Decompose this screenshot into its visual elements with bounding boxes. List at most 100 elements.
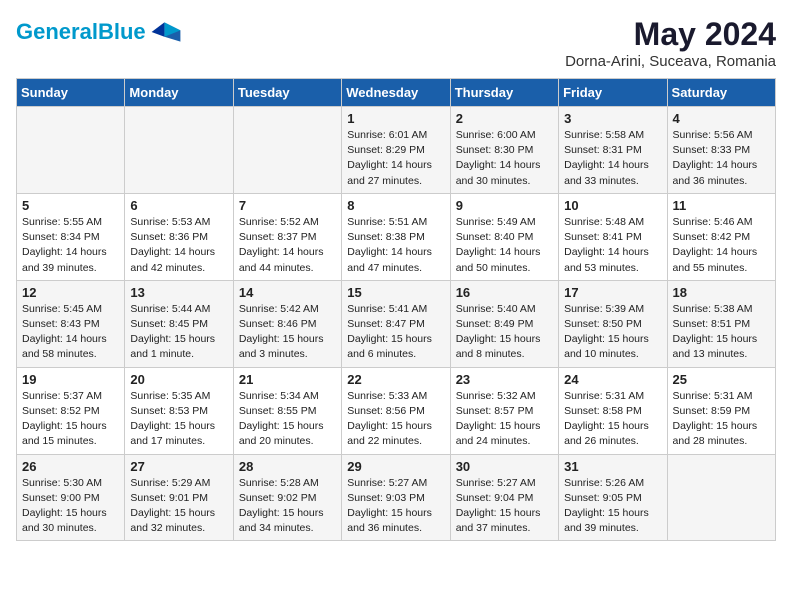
calendar-body: 1 Sunrise: 6:01 AM Sunset: 8:29 PM Daylig… (17, 107, 776, 541)
calendar-cell: 24 Sunrise: 5:31 AM Sunset: 8:58 PM Dayli… (559, 367, 667, 454)
week-row-3: 12 Sunrise: 5:45 AM Sunset: 8:43 PM Dayli… (17, 280, 776, 367)
calendar-cell: 28 Sunrise: 5:28 AM Sunset: 9:02 PM Dayli… (233, 454, 341, 541)
calendar-cell: 15Sunrise: 5:41 AM Sunset: 8:47 PM Dayli… (342, 280, 450, 367)
day-number: 2 (456, 111, 553, 126)
calendar-cell: 17Sunrise: 5:39 AM Sunset: 8:50 PM Dayli… (559, 280, 667, 367)
day-info: Sunrise: 5:27 AM Sunset: 9:03 PM Dayligh… (347, 476, 444, 537)
day-number: 29 (347, 459, 444, 474)
day-number: 8 (347, 198, 444, 213)
day-info: Sunrise: 5:46 AM Sunset: 8:42 PM Dayligh… (673, 215, 770, 276)
day-number: 25 (673, 372, 770, 387)
day-number: 19 (22, 372, 119, 387)
calendar-cell: 23 Sunrise: 5:32 AM Sunset: 8:57 PM Dayli… (450, 367, 558, 454)
calendar-cell: 19 Sunrise: 5:37 AM Sunset: 8:52 PM Dayli… (17, 367, 125, 454)
day-number: 22 (347, 372, 444, 387)
day-info: Sunrise: 5:37 AM Sunset: 8:52 PM Dayligh… (22, 389, 119, 450)
day-number: 31 (564, 459, 661, 474)
column-header-wednesday: Wednesday (342, 79, 450, 107)
day-number: 20 (130, 372, 227, 387)
day-info: Sunrise: 5:58 AM Sunset: 8:31 PM Dayligh… (564, 128, 661, 189)
day-number: 9 (456, 198, 553, 213)
day-info: Sunrise: 5:39 AM Sunset: 8:50 PM Dayligh… (564, 302, 661, 363)
calendar-cell: 30Sunrise: 5:27 AM Sunset: 9:04 PM Dayli… (450, 454, 558, 541)
day-info: Sunrise: 5:56 AM Sunset: 8:33 PM Dayligh… (673, 128, 770, 189)
calendar-cell: 21 Sunrise: 5:34 AM Sunset: 8:55 PM Dayli… (233, 367, 341, 454)
day-number: 27 (130, 459, 227, 474)
calendar-cell: 5 Sunrise: 5:55 AM Sunset: 8:34 PM Daylig… (17, 193, 125, 280)
calendar-cell: 9 Sunrise: 5:49 AM Sunset: 8:40 PM Daylig… (450, 193, 558, 280)
day-info: Sunrise: 5:51 AM Sunset: 8:38 PM Dayligh… (347, 215, 444, 276)
day-info: Sunrise: 5:31 AM Sunset: 8:58 PM Dayligh… (564, 389, 661, 450)
day-number: 3 (564, 111, 661, 126)
day-info: Sunrise: 5:41 AM Sunset: 8:47 PM Dayligh… (347, 302, 444, 363)
logo: GeneralBlue (16, 16, 182, 48)
column-header-tuesday: Tuesday (233, 79, 341, 107)
day-info: Sunrise: 5:34 AM Sunset: 8:55 PM Dayligh… (239, 389, 336, 450)
logo-general: General (16, 19, 98, 44)
day-number: 11 (673, 198, 770, 213)
logo-blue: Blue (98, 19, 146, 44)
day-number: 13 (130, 285, 227, 300)
day-info: Sunrise: 5:30 AM Sunset: 9:00 PM Dayligh… (22, 476, 119, 537)
calendar-cell (233, 107, 341, 194)
day-info: Sunrise: 5:29 AM Sunset: 9:01 PM Dayligh… (130, 476, 227, 537)
column-header-thursday: Thursday (450, 79, 558, 107)
column-header-monday: Monday (125, 79, 233, 107)
day-number: 24 (564, 372, 661, 387)
column-header-saturday: Saturday (667, 79, 775, 107)
day-info: Sunrise: 5:48 AM Sunset: 8:41 PM Dayligh… (564, 215, 661, 276)
calendar-cell: 12 Sunrise: 5:45 AM Sunset: 8:43 PM Dayli… (17, 280, 125, 367)
day-info: Sunrise: 5:32 AM Sunset: 8:57 PM Dayligh… (456, 389, 553, 450)
day-number: 7 (239, 198, 336, 213)
calendar-cell: 10 Sunrise: 5:48 AM Sunset: 8:41 PM Dayli… (559, 193, 667, 280)
day-info: Sunrise: 5:42 AM Sunset: 8:46 PM Dayligh… (239, 302, 336, 363)
day-info: Sunrise: 5:52 AM Sunset: 8:37 PM Dayligh… (239, 215, 336, 276)
day-info: Sunrise: 5:27 AM Sunset: 9:04 PM Dayligh… (456, 476, 553, 537)
title-block: May 2024 Dorna-Arini, Suceava, Romania (565, 16, 776, 70)
calendar-cell: 13Sunrise: 5:44 AM Sunset: 8:45 PM Dayli… (125, 280, 233, 367)
calendar-cell: 22 Sunrise: 5:33 AM Sunset: 8:56 PM Dayli… (342, 367, 450, 454)
day-number: 28 (239, 459, 336, 474)
calendar-cell: 6 Sunrise: 5:53 AM Sunset: 8:36 PM Daylig… (125, 193, 233, 280)
day-number: 12 (22, 285, 119, 300)
day-number: 26 (22, 459, 119, 474)
day-number: 1 (347, 111, 444, 126)
day-info: Sunrise: 5:53 AM Sunset: 8:36 PM Dayligh… (130, 215, 227, 276)
calendar-cell: 7 Sunrise: 5:52 AM Sunset: 8:37 PM Daylig… (233, 193, 341, 280)
column-header-friday: Friday (559, 79, 667, 107)
calendar-cell: 8 Sunrise: 5:51 AM Sunset: 8:38 PM Daylig… (342, 193, 450, 280)
day-info: Sunrise: 5:33 AM Sunset: 8:56 PM Dayligh… (347, 389, 444, 450)
day-number: 10 (564, 198, 661, 213)
day-info: Sunrise: 5:55 AM Sunset: 8:34 PM Dayligh… (22, 215, 119, 276)
month-title: May 2024 (565, 16, 776, 53)
subtitle: Dorna-Arini, Suceava, Romania (565, 53, 776, 70)
calendar-cell: 2Sunrise: 6:00 AM Sunset: 8:30 PM Daylig… (450, 107, 558, 194)
week-row-2: 5 Sunrise: 5:55 AM Sunset: 8:34 PM Daylig… (17, 193, 776, 280)
day-number: 4 (673, 111, 770, 126)
day-info: Sunrise: 5:28 AM Sunset: 9:02 PM Dayligh… (239, 476, 336, 537)
day-info: Sunrise: 5:40 AM Sunset: 8:49 PM Dayligh… (456, 302, 553, 363)
calendar-cell: 18Sunrise: 5:38 AM Sunset: 8:51 PM Dayli… (667, 280, 775, 367)
day-number: 21 (239, 372, 336, 387)
calendar-cell (125, 107, 233, 194)
day-info: Sunrise: 6:01 AM Sunset: 8:29 PM Dayligh… (347, 128, 444, 189)
day-info: Sunrise: 5:38 AM Sunset: 8:51 PM Dayligh… (673, 302, 770, 363)
day-number: 5 (22, 198, 119, 213)
day-info: Sunrise: 5:49 AM Sunset: 8:40 PM Dayligh… (456, 215, 553, 276)
page-header: GeneralBlue May 2024 Dorna-Arini, Suceav… (16, 16, 776, 70)
column-header-sunday: Sunday (17, 79, 125, 107)
week-row-1: 1 Sunrise: 6:01 AM Sunset: 8:29 PM Daylig… (17, 107, 776, 194)
day-number: 23 (456, 372, 553, 387)
calendar-cell (17, 107, 125, 194)
day-number: 6 (130, 198, 227, 213)
day-info: Sunrise: 5:45 AM Sunset: 8:43 PM Dayligh… (22, 302, 119, 363)
logo-text: GeneralBlue (16, 21, 146, 43)
calendar-cell: 27 Sunrise: 5:29 AM Sunset: 9:01 PM Dayli… (125, 454, 233, 541)
calendar-cell: 1 Sunrise: 6:01 AM Sunset: 8:29 PM Daylig… (342, 107, 450, 194)
week-row-5: 26 Sunrise: 5:30 AM Sunset: 9:00 PM Dayli… (17, 454, 776, 541)
calendar-cell: 26 Sunrise: 5:30 AM Sunset: 9:00 PM Dayli… (17, 454, 125, 541)
calendar-cell (667, 454, 775, 541)
calendar-cell: 14Sunrise: 5:42 AM Sunset: 8:46 PM Dayli… (233, 280, 341, 367)
day-info: Sunrise: 5:31 AM Sunset: 8:59 PM Dayligh… (673, 389, 770, 450)
day-info: Sunrise: 5:26 AM Sunset: 9:05 PM Dayligh… (564, 476, 661, 537)
